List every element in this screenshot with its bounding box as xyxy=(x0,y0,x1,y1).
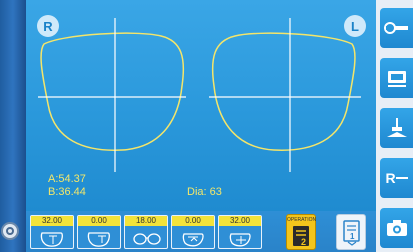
r-eye-label: R xyxy=(385,170,396,186)
lens-3d-measure-icon xyxy=(229,233,251,247)
layout-icon xyxy=(386,118,407,137)
left-eye-badge[interactable]: L xyxy=(344,15,366,37)
power-knob-icon[interactable] xyxy=(1,222,19,240)
page-2-number: 2 xyxy=(301,237,307,247)
glasses-bridge-icon xyxy=(133,233,161,245)
measure-a: A:54.37 xyxy=(48,173,86,185)
right-lens-outline xyxy=(40,32,185,151)
right-toolbar: R xyxy=(376,0,413,252)
param-slot-4[interactable]: 0.00 xyxy=(171,215,215,249)
parameter-bar: 32.00 0.00 18.00 0.00 32.00 OPERATION 2 … xyxy=(26,211,376,252)
measure-b: B:36.44 xyxy=(48,186,86,198)
param-slot-2[interactable]: 0.00 xyxy=(77,215,121,249)
left-lens-outline xyxy=(211,32,356,151)
single-lens-measure-icon xyxy=(40,232,63,247)
param-value-5: 32.00 xyxy=(219,216,261,226)
param-slot-1[interactable]: 32.00 xyxy=(30,215,74,249)
lens-3d-offset-icon xyxy=(182,233,204,247)
single-lens-offset-icon xyxy=(87,232,110,247)
page-2-button[interactable]: OPERATION 2 xyxy=(286,214,316,250)
arrow-icon xyxy=(395,177,408,179)
param-value-1: 32.00 xyxy=(31,216,73,226)
camera-icon xyxy=(386,220,407,236)
param-value-2: 0.00 xyxy=(78,216,120,226)
param-slot-5[interactable]: 32.00 xyxy=(218,215,262,249)
lens-display-area: R L A:54.37 B:36.44 Dia: 63 xyxy=(26,0,376,211)
r-eye-select-button[interactable]: R xyxy=(380,158,413,198)
camera-button[interactable] xyxy=(380,208,413,248)
page-1-number: 1 xyxy=(350,232,355,241)
measure-dia: Dia: 63 xyxy=(187,186,222,198)
layout-button[interactable] xyxy=(380,108,413,148)
page-1-button[interactable]: 1 xyxy=(336,214,366,250)
param-slot-3[interactable]: 18.00 xyxy=(124,215,168,249)
param-value-3: 18.00 xyxy=(125,216,167,226)
right-eye-badge[interactable]: R xyxy=(37,15,59,37)
frame-trace-icon xyxy=(387,71,406,87)
wrench-tool-button[interactable] xyxy=(380,8,413,48)
device-bezel-left xyxy=(0,0,26,252)
wrench-icon xyxy=(383,22,408,34)
param-value-4: 0.00 xyxy=(172,216,214,226)
page-2-caption: OPERATION xyxy=(287,217,317,223)
frame-tracing-button[interactable] xyxy=(380,58,413,98)
